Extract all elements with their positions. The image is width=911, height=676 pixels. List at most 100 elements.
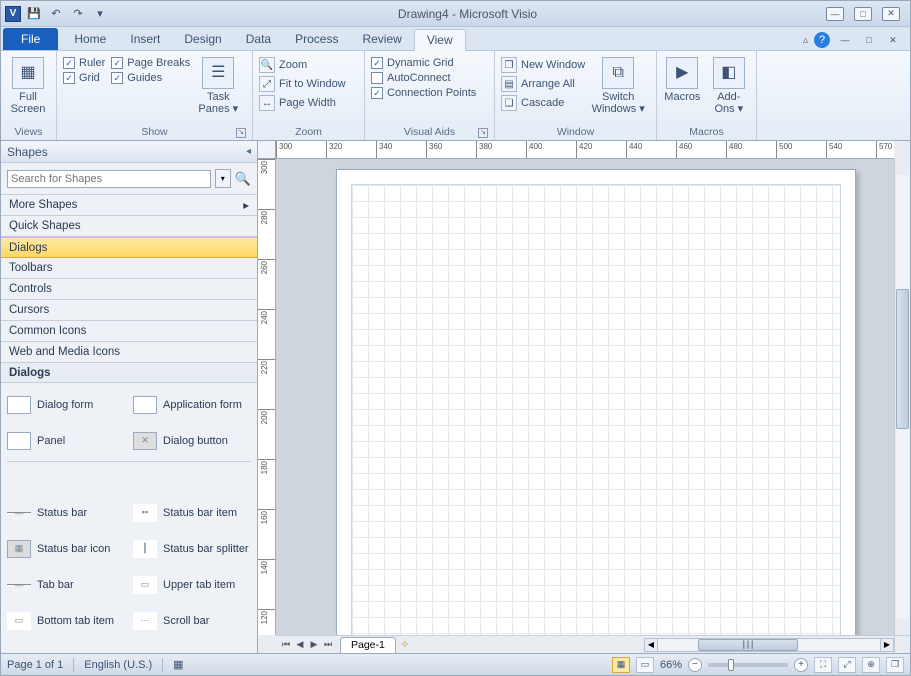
ruler-checkbox[interactable]: ✓Ruler: [63, 57, 105, 69]
horizontal-scrollbar[interactable]: ◀ ┃┃┃ ▶: [644, 638, 894, 652]
page-tab-1[interactable]: Page-1: [340, 637, 396, 653]
shape-application-form[interactable]: Application form: [129, 387, 255, 423]
first-page-button[interactable]: ⏮: [280, 638, 292, 651]
page-width-button[interactable]: ↔Page Width: [259, 95, 346, 111]
h-scroll-thumb[interactable]: ┃┃┃: [698, 639, 798, 651]
save-icon[interactable]: 💾: [25, 5, 43, 23]
pan-zoom-button[interactable]: ⊕: [862, 657, 880, 673]
shape-status-bar[interactable]: —Status bar: [3, 495, 129, 531]
undo-icon[interactable]: ↶: [47, 5, 65, 23]
tab-view[interactable]: View: [414, 29, 466, 51]
shape-tab-bar[interactable]: —Tab bar: [3, 567, 129, 603]
mdi-close-button[interactable]: ✕: [884, 33, 902, 47]
current-stencil-title: Dialogs: [1, 363, 257, 383]
full-screen-status-button[interactable]: ⤢: [838, 657, 856, 673]
macros-button[interactable]: ▶ Macros: [663, 55, 702, 103]
shape-dialog-button[interactable]: ✕Dialog button: [129, 423, 255, 459]
shape-status-bar-splitter[interactable]: ┃Status bar splitter: [129, 531, 255, 567]
tab-file[interactable]: File: [3, 28, 58, 50]
drawing-viewport[interactable]: [276, 159, 894, 635]
search-dropdown-icon[interactable]: ▾: [215, 169, 231, 188]
minimize-ribbon-icon[interactable]: ▵: [803, 35, 808, 46]
shape-upper-tab-item[interactable]: ▭Upper tab item: [129, 567, 255, 603]
stencil-cursors[interactable]: Cursors: [1, 300, 257, 321]
autoconnect-checkbox[interactable]: AutoConnect: [371, 72, 476, 84]
shape-status-bar-item[interactable]: ▪▪Status bar item: [129, 495, 255, 531]
switch-windows-status-button[interactable]: ❐: [886, 657, 904, 673]
tab-design[interactable]: Design: [172, 28, 233, 50]
prev-page-button[interactable]: ◀: [294, 638, 306, 651]
stencil-web-media-icons[interactable]: Web and Media Icons: [1, 342, 257, 363]
tab-home[interactable]: Home: [62, 28, 118, 50]
stencil-toolbars[interactable]: Toolbars: [1, 258, 257, 279]
zoom-out-button[interactable]: −: [688, 658, 702, 672]
new-window-button[interactable]: ❐New Window: [501, 57, 585, 73]
zoom-slider[interactable]: [708, 663, 788, 667]
tab-insert[interactable]: Insert: [118, 28, 172, 50]
stencil-controls[interactable]: Controls: [1, 279, 257, 300]
switch-windows-button[interactable]: ⧉ Switch Windows ▾: [591, 55, 645, 115]
view-wide-button[interactable]: ▭: [636, 657, 654, 673]
tab-data[interactable]: Data: [234, 28, 283, 50]
shape-thumb: ▭: [7, 612, 31, 630]
app-icon[interactable]: V: [5, 6, 21, 22]
grid-checkbox[interactable]: ✓Grid: [63, 72, 105, 84]
zoom-slider-knob[interactable]: [728, 659, 734, 671]
fit-to-window-button[interactable]: ⤢Fit to Window: [259, 76, 346, 92]
page-breaks-checkbox[interactable]: ✓Page Breaks: [111, 57, 190, 69]
shape-status-bar-icon[interactable]: ▦Status bar icon: [3, 531, 129, 567]
visual-aids-launcher-icon[interactable]: ↘: [478, 128, 488, 138]
mdi-minimize-button[interactable]: —: [836, 33, 854, 47]
help-icon[interactable]: ?: [814, 32, 830, 48]
cascade-button[interactable]: ❏Cascade: [501, 95, 585, 111]
language-indicator[interactable]: English (U.S.): [84, 659, 152, 671]
v-scroll-thumb[interactable]: [896, 289, 909, 429]
next-page-button[interactable]: ▶: [308, 638, 320, 651]
shape-dialog-form[interactable]: Dialog form: [3, 387, 129, 423]
stencil-list: More Shapes ▸ Quick Shapes Dialogs Toolb…: [1, 195, 257, 363]
qat-dropdown-icon[interactable]: ▾: [91, 5, 109, 23]
stencil-common-icons[interactable]: Common Icons: [1, 321, 257, 342]
new-page-button[interactable]: ✧: [396, 638, 414, 651]
maximize-button[interactable]: □: [854, 7, 872, 21]
fit-page-button[interactable]: ⛶: [814, 657, 832, 673]
zoom-level[interactable]: 66%: [660, 659, 682, 671]
arrange-all-button[interactable]: ▤Arrange All: [501, 76, 585, 92]
vertical-scrollbar[interactable]: [894, 159, 910, 635]
minimize-button[interactable]: —: [826, 7, 844, 21]
show-launcher-icon[interactable]: ↘: [236, 128, 246, 138]
last-page-button[interactable]: ⏭: [322, 638, 334, 651]
redo-icon[interactable]: ↷: [69, 5, 87, 23]
view-normal-button[interactable]: ▦: [612, 657, 630, 673]
dynamic-grid-checkbox[interactable]: ✓Dynamic Grid: [371, 57, 476, 69]
more-shapes-item[interactable]: More Shapes ▸: [1, 195, 257, 216]
stencil-quick-shapes[interactable]: Quick Shapes: [1, 216, 257, 237]
h-scroll-left-icon[interactable]: ◀: [644, 638, 658, 652]
mdi-restore-button[interactable]: □: [860, 33, 878, 47]
stencil-dialogs[interactable]: Dialogs: [1, 237, 257, 258]
tab-review[interactable]: Review: [350, 28, 413, 50]
shape-bottom-tab-item[interactable]: ▭Bottom tab item: [3, 603, 129, 639]
add-ons-button[interactable]: ◧ Add-Ons ▾: [708, 55, 750, 115]
vertical-ruler[interactable]: 300280260240220200180160140120: [258, 159, 276, 635]
zoom-in-button[interactable]: +: [794, 658, 808, 672]
drawing-page[interactable]: [336, 169, 856, 635]
guides-checkbox[interactable]: ✓Guides: [111, 72, 190, 84]
full-screen-button[interactable]: ▦ Full Screen: [7, 55, 49, 115]
shape-scroll-bar[interactable]: ⋯Scroll bar: [129, 603, 255, 639]
collapse-pane-icon[interactable]: ◂: [246, 146, 251, 157]
horizontal-ruler[interactable]: 3003203403603804004204404604805005405706…: [276, 141, 894, 159]
shapes-search-input[interactable]: [7, 170, 211, 188]
zoom-button[interactable]: 🔍Zoom: [259, 57, 346, 73]
close-button[interactable]: ✕: [882, 7, 900, 21]
connection-points-checkbox[interactable]: ✓Connection Points: [371, 87, 476, 99]
task-panes-button[interactable]: ☰ Task Panes ▾: [196, 55, 240, 115]
tab-process[interactable]: Process: [283, 28, 350, 50]
page-indicator[interactable]: Page 1 of 1: [7, 659, 63, 671]
group-window-label: Window: [501, 125, 650, 140]
h-scroll-right-icon[interactable]: ▶: [880, 638, 894, 652]
macro-record-icon[interactable]: ▦: [173, 658, 183, 671]
cascade-icon: ❏: [501, 95, 517, 111]
shape-panel[interactable]: Panel: [3, 423, 129, 459]
search-icon[interactable]: 🔍: [235, 171, 251, 187]
